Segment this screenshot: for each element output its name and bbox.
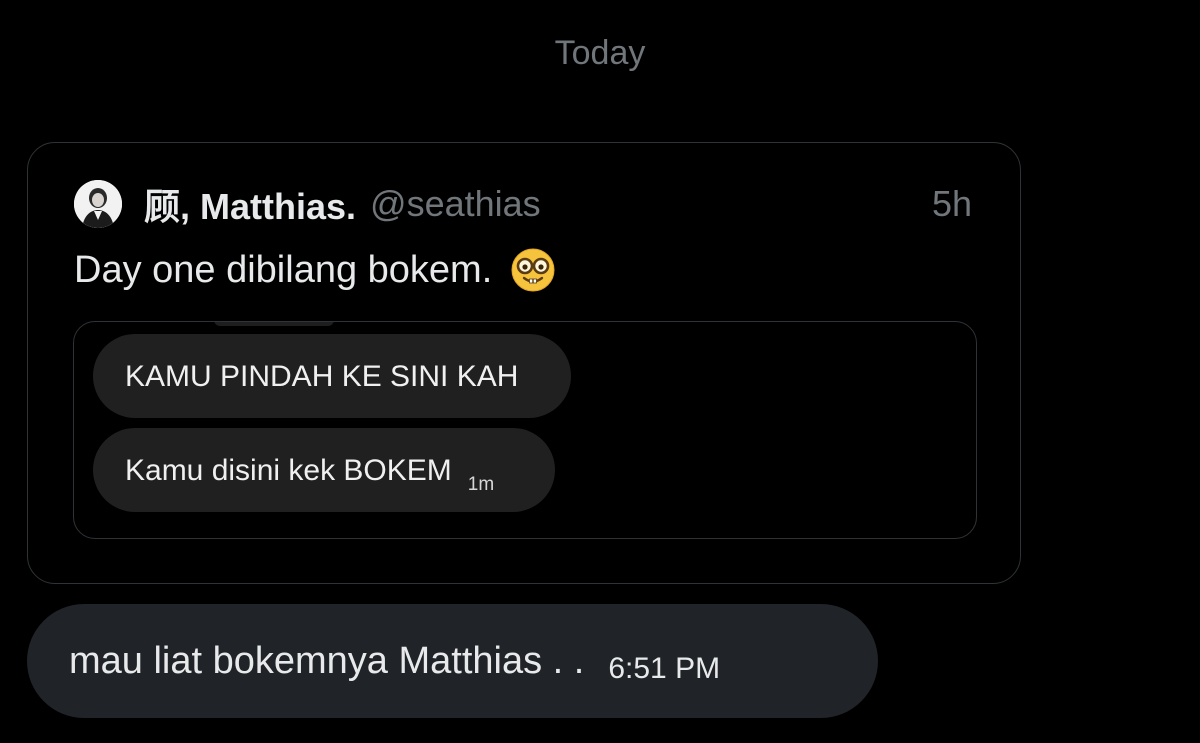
quoted-post-card[interactable]: 顾, Matthias. @seathias 5h Day one dibila… <box>27 142 1021 584</box>
media-message-bubble: Kamu disini kek BOKEM 1m <box>93 428 555 512</box>
quoted-post-header: 顾, Matthias. @seathias 5h <box>74 179 972 229</box>
nerd-face-icon <box>510 247 556 293</box>
dm-conversation: Today 顾, Matthias. @seathias 5h Day one … <box>0 0 1200 743</box>
author-handle[interactable]: @seathias <box>370 183 541 225</box>
message-timestamp: 6:51 PM <box>608 652 721 685</box>
media-message-time: 1m <box>467 474 495 495</box>
quoted-post-text: Day one dibilang bokem. <box>74 248 493 291</box>
avatar[interactable] <box>74 180 122 228</box>
media-message-text: KAMU PINDAH KE SINI KAH <box>125 360 519 393</box>
quoted-post-media[interactable]: KAMU PINDAH KE SINI KAH Kamu disini kek … <box>73 321 977 539</box>
message-text: mau liat bokemnya Matthias . . <box>69 639 585 682</box>
media-message-bubble: KAMU PINDAH KE SINI KAH <box>93 334 571 418</box>
post-timestamp: 5h <box>931 183 972 224</box>
message-bubble[interactable]: mau liat bokemnya Matthias . . 6:51 PM <box>27 604 878 718</box>
date-divider: Today <box>554 34 646 72</box>
media-message-text: Kamu disini kek BOKEM <box>125 454 452 487</box>
quoted-post-text-row: Day one dibilang bokem. <box>74 247 556 293</box>
author-name[interactable]: 顾, Matthias. <box>144 178 356 230</box>
media-cropped-edge <box>214 322 334 326</box>
